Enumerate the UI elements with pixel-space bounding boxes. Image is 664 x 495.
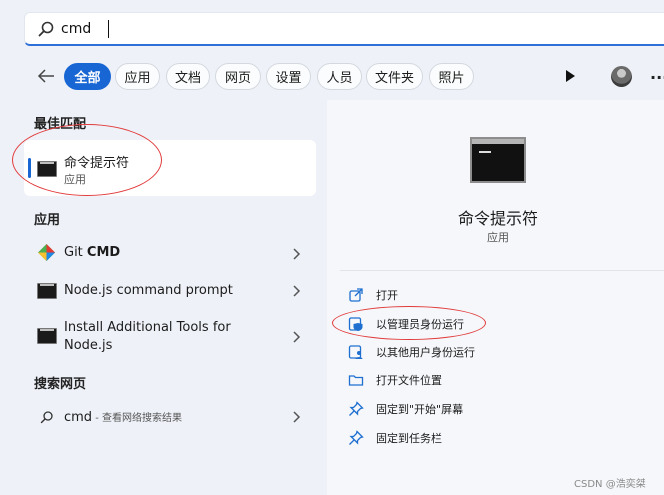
back-button[interactable] [34,64,58,88]
pin-icon [349,401,364,416]
search-icon [38,21,54,36]
filter-photos[interactable]: 照片 [429,63,474,90]
more-icon[interactable]: ··· [650,68,664,87]
filter-people[interactable]: 人员 [317,63,362,90]
terminal-icon [37,328,57,344]
action-label: 打开文件位置 [376,374,442,387]
action-label: 以其他用户身份运行 [376,346,475,359]
best-match-type: 应用 [64,173,86,186]
apps-heading: 应用 [34,213,61,228]
action-label: 以管理员身份运行 [376,318,464,331]
action-label: 打开 [376,289,398,302]
search-icon [40,411,53,424]
filter-web[interactable]: 网页 [215,63,261,90]
app-name-line2: Node.js [64,338,113,353]
web-result-text: cmd - 查看网络搜索结果 [64,410,183,425]
avatar[interactable] [611,66,632,87]
details-subtitle: 应用 [487,231,509,244]
git-icon [38,244,55,261]
filter-apps[interactable]: 应用 [115,63,160,90]
filter-all[interactable]: 全部 [64,63,111,90]
search-input[interactable] [61,20,361,37]
other-user-icon [348,345,363,359]
shield-admin-icon [348,317,363,331]
filter-settings[interactable]: 设置 [266,63,311,90]
action-run-as-other-user[interactable]: 以其他用户身份运行 [348,342,475,362]
filter-documents[interactable]: 文档 [166,63,210,90]
action-label: 固定到任务栏 [376,432,442,445]
filter-folders[interactable]: 文件夹 [366,63,423,90]
best-match-name: 命令提示符 [64,156,130,171]
terminal-icon [37,283,57,299]
open-external-icon [349,288,363,302]
app-name: Git CMD [64,245,121,260]
chevron-right-icon[interactable] [291,330,301,344]
app-name-line1: Install Additional Tools for [64,320,231,335]
play-icon[interactable] [562,68,578,84]
search-box[interactable] [24,12,664,46]
action-label: 固定到"开始"屏幕 [376,403,464,416]
best-match-heading: 最佳匹配 [34,117,87,132]
action-open[interactable]: 打开 [348,285,398,305]
app-name: Node.js command prompt [64,283,233,298]
folder-icon [348,375,364,386]
details-title: 命令提示符 [457,209,538,228]
chevron-right-icon[interactable] [291,284,301,298]
selection-indicator [28,158,31,178]
action-pin-to-taskbar[interactable]: 固定到任务栏 [348,428,442,448]
action-pin-to-start[interactable]: 固定到"开始"屏幕 [348,399,463,419]
web-search-heading: 搜索网页 [34,377,87,392]
action-open-file-location[interactable]: 打开文件位置 [348,370,442,390]
watermark: CSDN @浩奕桀 [574,479,646,490]
chevron-right-icon[interactable] [291,410,301,424]
chevron-right-icon[interactable] [291,247,301,261]
app-terminal-icon [470,137,526,183]
divider [340,270,664,271]
text-cursor [108,20,109,38]
pin-icon [349,430,364,445]
terminal-icon [37,161,57,177]
arrow-left-icon [37,69,54,83]
action-run-as-admin[interactable]: 以管理员身份运行 [348,314,464,334]
